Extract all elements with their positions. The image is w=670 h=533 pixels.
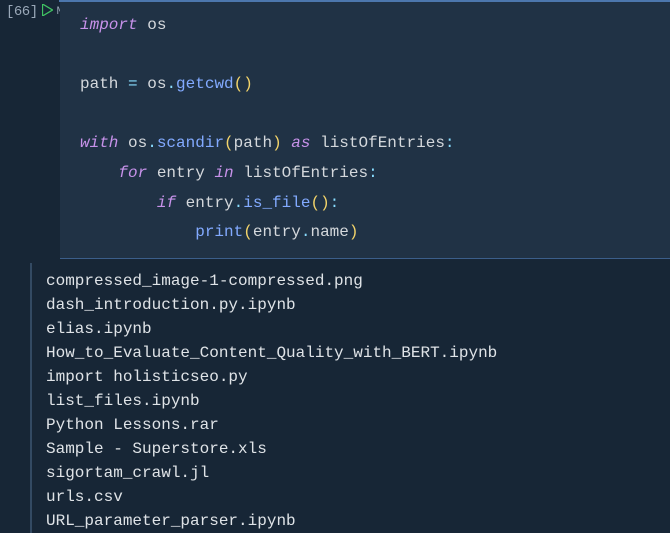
execution-count: [66] — [0, 4, 38, 20]
cell-output: compressed_image-1-compressed.png dash_i… — [30, 263, 670, 533]
code-editor[interactable]: import os path = os.getcwd() with os.sca… — [60, 0, 670, 259]
notebook-cell: [66] M↓ import os path = os.getcwd() wit… — [0, 0, 670, 533]
code-content: import os path = os.getcwd() with os.sca… — [80, 11, 670, 248]
play-icon[interactable] — [42, 4, 53, 16]
output-text: compressed_image-1-compressed.png dash_i… — [46, 269, 670, 533]
